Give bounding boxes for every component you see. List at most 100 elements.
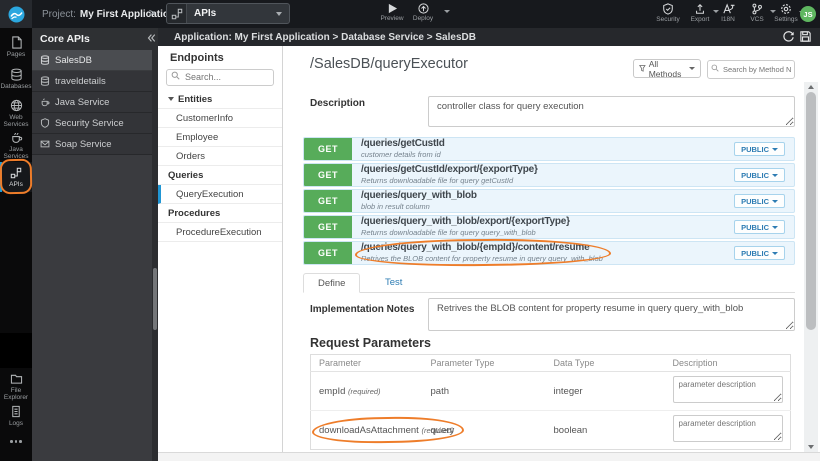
scroll-up-arrow[interactable] [808,85,814,89]
param-description-textarea[interactable] [672,415,783,442]
project-label: Project: [42,8,76,20]
api-endpoint-row[interactable]: GET /queries/query_with_blob blob in res… [303,189,795,213]
chevron-down-icon [772,147,778,151]
endpoint-item-queryexecution[interactable]: QueryExecution [158,185,282,204]
endpoint-text: /queries/query_with_blob/{empId}/content… [354,237,611,268]
description-textarea[interactable]: controller class for query execution [428,96,795,127]
resource-nav-dropdown[interactable]: APIs [166,3,290,24]
databases-icon [10,68,22,81]
method-badge: GET [304,138,352,160]
sidebar-item-web-services[interactable]: Web Services [0,99,32,128]
sidebar-more-button[interactable] [0,440,32,443]
endpoint-item-employee[interactable]: Employee [158,128,282,147]
api-endpoint-row[interactable]: GET /queries/getCustId customer details … [303,137,795,161]
breadcrumb: Application: My First Application > Data… [174,31,476,43]
api-endpoint-row-selected[interactable]: GET /queries/query_with_blob/{empId}/con… [303,237,795,268]
security-button[interactable]: Security [650,3,686,23]
core-api-item-traveldetails[interactable]: traveldetails [32,71,152,92]
security-shield-icon [663,3,673,15]
deploy-button[interactable]: Deploy [405,3,441,22]
save-icon[interactable] [799,30,812,43]
sidebar-dark-patch [0,333,32,368]
endpoints-section-entities[interactable]: Entities [158,90,282,109]
table-header-row: Parameter Parameter Type Data Type Descr… [310,354,791,372]
access-dropdown[interactable]: PUBLIC [734,246,785,260]
access-label: PUBLIC [741,196,769,206]
sidebar-item-label: Java Services [3,146,29,160]
access-dropdown[interactable]: PUBLIC [734,220,785,234]
endpoint-summary: Returns downloadable file for query quer… [361,228,536,238]
access-dropdown[interactable]: PUBLIC [734,142,785,156]
preview-button[interactable]: Preview [375,3,409,22]
method-filter-label: All Methods [648,58,682,79]
param-type: path [430,385,450,397]
app-logo[interactable] [0,0,32,28]
settings-button[interactable]: Settings [770,3,802,23]
export-button[interactable]: Export [684,3,716,23]
sidebar-item-pages[interactable]: Pages [0,36,32,58]
implementation-notes-label: Implementation Notes [310,304,415,315]
tab-test[interactable]: Test [373,272,414,292]
scrollbar-thumb[interactable] [153,268,157,330]
endpoint-path: /queries/query_with_blob/export/{exportT… [361,216,570,228]
method-badge: GET [304,242,352,264]
implementation-notes-textarea[interactable]: Retrives the BLOB content for property r… [428,298,795,331]
sidebar-item-databases[interactable]: Databases [0,68,32,90]
settings-gear-icon [781,4,791,14]
deploy-chevron-icon[interactable] [444,10,450,13]
collapse-panel-icon[interactable] [146,33,156,43]
endpoint-path: /queries/query_with_blob/{empId}/content… [361,242,590,254]
nav-dropdown-label: APIs [194,8,217,19]
endpoint-item-customerinfo[interactable]: CustomerInfo [158,109,282,128]
user-avatar[interactable]: JS [800,6,816,22]
sidebar-item-logs[interactable]: Logs [0,405,32,427]
search-icon [711,64,719,72]
section-label: Procedures [168,207,221,219]
vcs-button[interactable]: VCS [742,3,772,23]
description-label: Description [310,98,366,109]
access-label: PUBLIC [741,248,769,258]
sidebar-item-apis[interactable]: APIs [0,158,33,195]
endpoint-item-procedureexecution[interactable]: ProcedureExecution [158,223,282,242]
param-data-type: boolean [545,410,665,450]
endpoint-text: /queries/query_with_blob blob in result … [361,190,477,212]
api-endpoint-row[interactable]: GET /queries/query_with_blob/export/{exp… [303,215,795,239]
endpoint-path: /queries/query_with_blob [361,190,477,202]
endpoint-summary: blob in result column [361,202,430,212]
table-row: downloadAsAttachment (required) query bo… [310,410,791,450]
core-api-item-soap-service[interactable]: Soap Service [32,134,152,155]
access-dropdown[interactable]: PUBLIC [734,194,785,208]
main-scrollbar[interactable] [804,82,818,452]
sidebar-item-java-services[interactable]: Java Services [0,131,32,160]
export-icon [696,3,704,14]
section-label: Entities [178,93,213,105]
scroll-down-arrow[interactable] [808,445,814,449]
item-label: QueryExecution [176,188,244,200]
endpoint-item-orders[interactable]: Orders [158,147,282,166]
core-api-item-salesdb[interactable]: SalesDB [32,50,152,71]
method-filter-dropdown[interactable]: All Methods [633,58,701,79]
column-header: Data Type [545,354,665,372]
sidebar-item-label: File Explorer [3,387,29,401]
refresh-icon[interactable] [782,30,795,43]
main-content: /SalesDB/queryExecutor All Methods Descr… [283,46,803,452]
endpoints-search-input[interactable] [166,68,274,86]
i18n-button[interactable]: I18N [714,3,742,23]
method-search-input[interactable] [707,60,795,79]
item-label: ProcedureExecution [176,226,262,238]
core-api-item-java-service[interactable]: Java Service [32,92,152,113]
method-badge: GET [304,216,352,238]
sidebar-item-file-explorer[interactable]: File Explorer [0,373,32,401]
tab-define[interactable]: Define [303,273,361,293]
scrollbar-thumb[interactable] [806,92,816,330]
access-dropdown[interactable]: PUBLIC [734,168,785,182]
table-row: empId (required) path integer [311,372,791,411]
core-api-item-security-service[interactable]: Security Service [32,113,152,134]
method-search [707,59,795,79]
play-icon [388,3,397,14]
param-name: empId [319,385,346,397]
java-services-coffee-icon [11,132,22,143]
search-icon [171,71,180,80]
param-description-textarea[interactable] [672,376,783,403]
api-endpoint-row[interactable]: GET /queries/getCustId/export/{exportTyp… [303,163,795,187]
